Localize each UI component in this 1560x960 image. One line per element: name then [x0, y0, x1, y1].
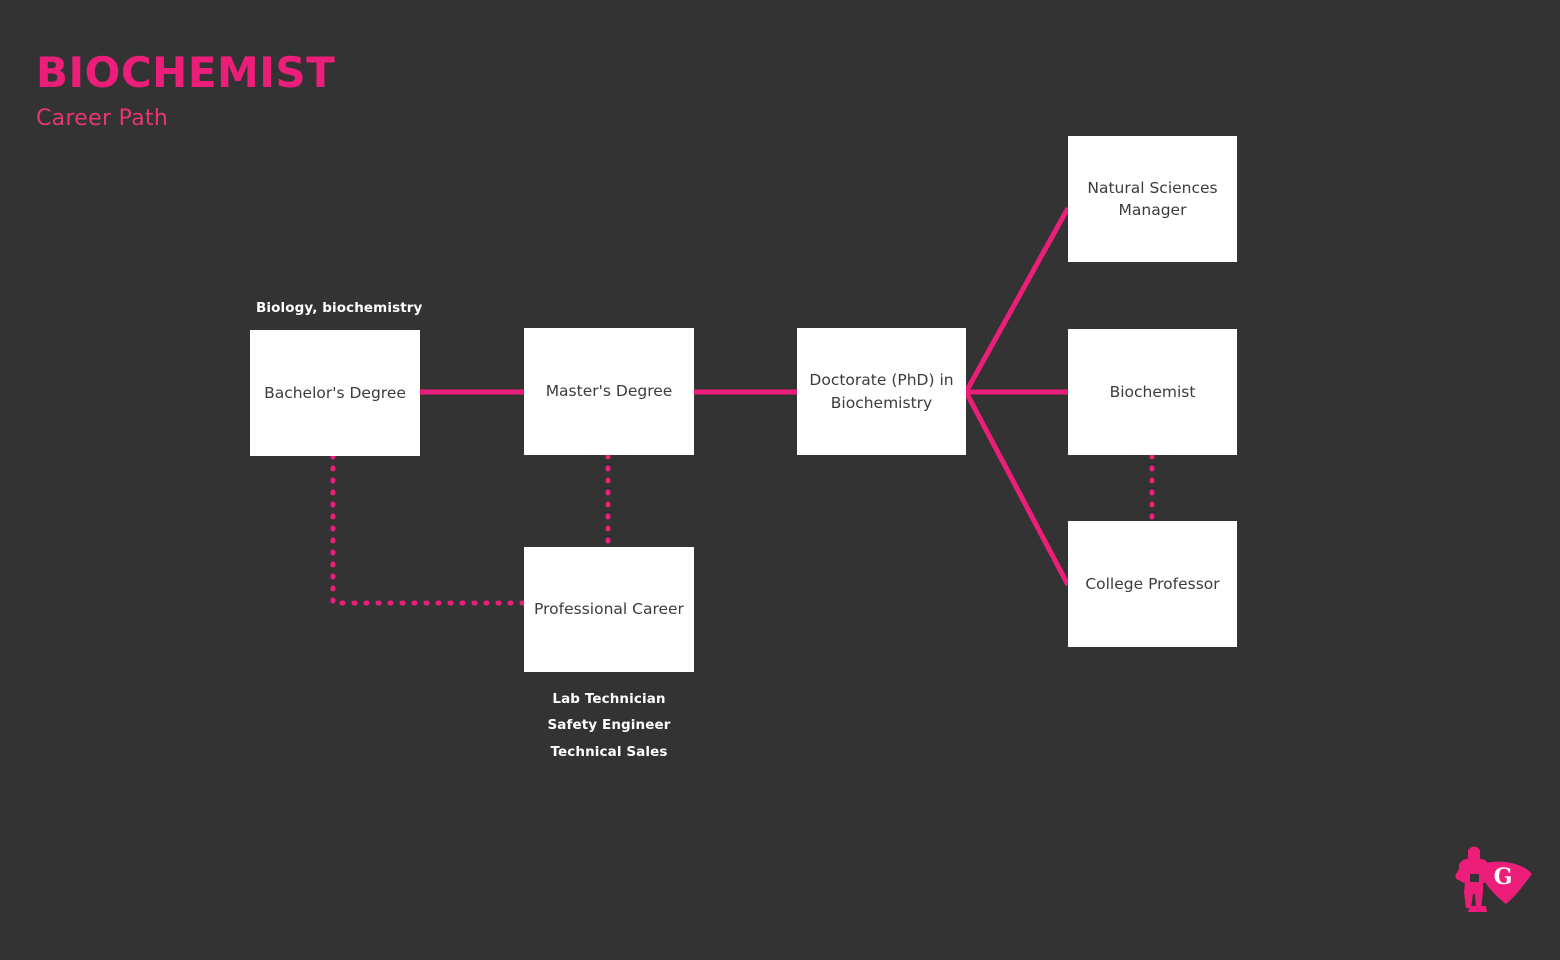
caption-career-roles: Lab Technician Safety Engineer Technical… [484, 686, 734, 765]
career-role-item: Lab Technician [552, 691, 666, 707]
caption-bachelor-field: Biology, biochemistry [256, 300, 423, 316]
node-doctorate-phd-biochemistry[interactable]: Doctorate (PhD) in Biochemistry [797, 328, 966, 455]
node-college-professor[interactable]: College Professor [1068, 521, 1237, 647]
edge-bachelor-professional-career [330, 453, 527, 606]
superhero-g-logo: G [1455, 846, 1532, 912]
connector-layer [330, 206, 1155, 606]
logo-letter: G [1494, 864, 1513, 890]
node-biochemist[interactable]: Biochemist [1068, 329, 1237, 455]
career-path-diagram: BIOCHEMIST Career Path Biology, biochemi… [0, 0, 1560, 960]
node-bachelors-degree[interactable]: Bachelor's Degree [250, 330, 420, 456]
edge-doctorate-college-professor [963, 390, 1071, 587]
career-role-item: Safety Engineer [547, 717, 671, 734]
node-masters-degree[interactable]: Master's Degree [524, 328, 694, 455]
edge-doctorate-natural-sciences-manager [963, 206, 1071, 394]
node-professional-career[interactable]: Professional Career [524, 547, 694, 672]
node-natural-sciences-manager[interactable]: Natural Sciences Manager [1068, 136, 1237, 262]
career-role-item: Technical Sales [550, 743, 668, 760]
